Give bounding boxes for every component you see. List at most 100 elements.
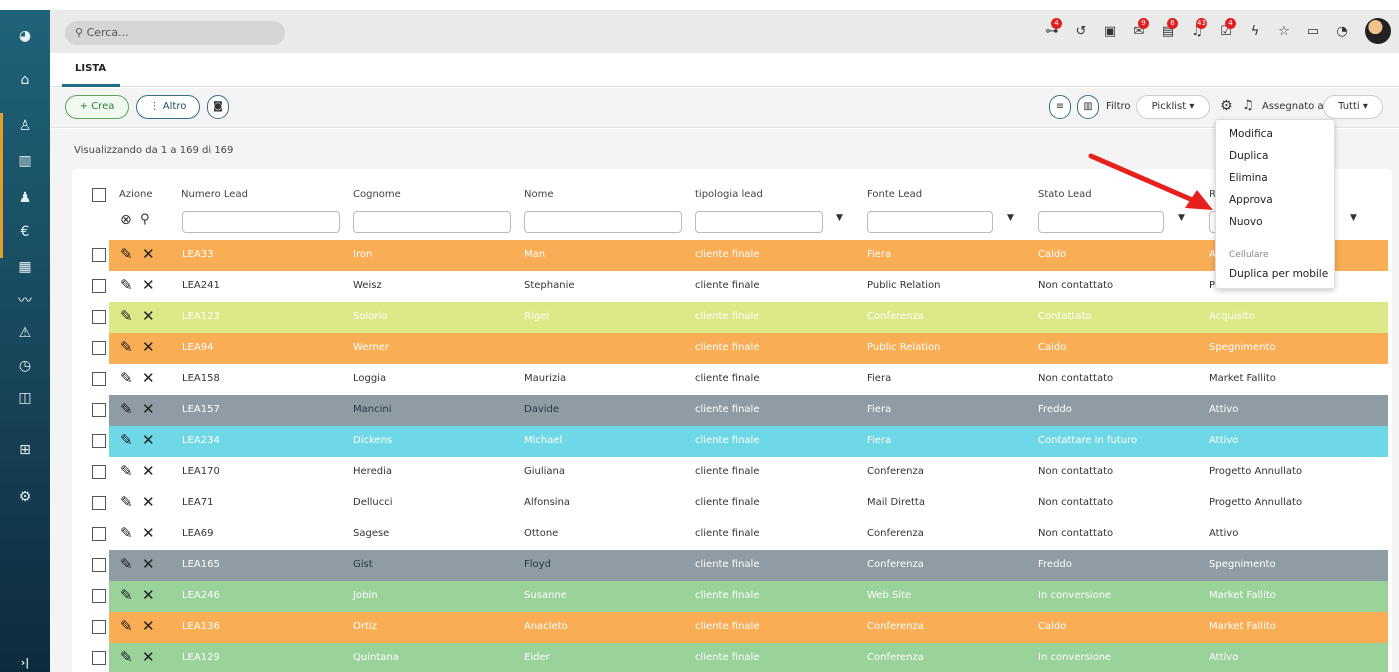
close-icon[interactable]: ✕ <box>142 431 155 449</box>
calculator-icon[interactable]: ▦ <box>0 257 50 277</box>
close-icon[interactable]: ✕ <box>142 586 155 604</box>
settings-gear-icon[interactable]: ⚙ <box>1220 98 1233 114</box>
warning-icon[interactable]: ⚠ <box>0 323 50 343</box>
bell-icon[interactable]: ♫ 43 <box>1188 18 1207 40</box>
star-icon[interactable]: ☆ <box>1275 24 1293 40</box>
filter-numero-lead[interactable] <box>182 211 340 233</box>
picklist-dropdown[interactable]: Picklist ▾ <box>1136 95 1210 119</box>
euro-icon[interactable]: € <box>0 222 50 242</box>
col-cognome[interactable]: Cognome <box>353 189 401 200</box>
clock-icon[interactable]: ◷ <box>0 356 50 376</box>
search-filter-icon[interactable]: ⚲ <box>140 212 150 227</box>
chevron-down-icon[interactable]: ▼ <box>836 213 843 223</box>
filter-cognome[interactable] <box>353 211 511 233</box>
col-numero-lead[interactable]: Numero Lead <box>181 189 248 200</box>
menu-item-approva[interactable]: Approva <box>1229 194 1273 206</box>
clear-filter-icon[interactable]: ⊗ <box>120 212 132 228</box>
edit-icon[interactable]: ✎ <box>120 276 133 294</box>
columns-button[interactable]: ▥ <box>1077 95 1099 119</box>
history-icon[interactable]: ↺ <box>1072 24 1090 40</box>
edit-icon[interactable]: ✎ <box>120 524 133 542</box>
menu-item-duplica-mobile[interactable]: Duplica per mobile <box>1229 268 1328 280</box>
edit-icon[interactable]: ✎ <box>120 493 133 511</box>
menu-item-duplica[interactable]: Duplica <box>1229 150 1268 162</box>
camera-button[interactable]: ◙ <box>207 95 229 119</box>
table-row[interactable]: ✎ ✕ LEA123 Solorio Rigel cliente finale Confer… <box>86 302 1388 333</box>
mail-icon[interactable]: ✉ 9 <box>1130 18 1149 40</box>
close-icon[interactable]: ✕ <box>142 555 155 573</box>
chevron-down-icon[interactable]: ▼ <box>1007 213 1014 223</box>
table-row[interactable]: ✎ ✕ LEA158 Loggia Maurizia cliente finale Fier… <box>86 364 1388 395</box>
table-row[interactable]: ✎ ✕ LEA246 Jobin Susanne cliente finale Web Si… <box>86 581 1388 612</box>
close-icon[interactable]: ✕ <box>142 493 155 511</box>
table-row[interactable]: ✎ ✕ LEA165 Gist Floyd cliente finale Conferenz… <box>86 550 1388 581</box>
filter-tipologia-lead[interactable] <box>695 211 823 233</box>
filter-fonte-lead[interactable] <box>867 211 993 233</box>
close-icon[interactable]: ✕ <box>142 338 155 356</box>
row-checkbox[interactable] <box>92 248 106 262</box>
folder-icon[interactable]: ◫ <box>0 388 50 408</box>
edit-icon[interactable]: ✎ <box>120 400 133 418</box>
row-checkbox[interactable] <box>92 310 106 324</box>
menu-item-nuovo[interactable]: Nuovo <box>1229 216 1263 228</box>
row-checkbox[interactable] <box>92 341 106 355</box>
table-row[interactable]: ✎ ✕ LEA170 Heredia Giuliana cliente finale Con… <box>86 457 1388 488</box>
avatar[interactable] <box>1365 18 1391 44</box>
document-icon[interactable]: ▭ <box>1304 24 1322 40</box>
calendar-icon[interactable]: ▣ <box>1101 24 1119 40</box>
row-checkbox[interactable] <box>92 589 106 603</box>
row-checkbox[interactable] <box>92 527 106 541</box>
tab-lista[interactable]: LISTA <box>75 63 106 74</box>
flash-icon[interactable]: ϟ <box>1246 24 1264 40</box>
row-checkbox[interactable] <box>92 465 106 479</box>
search-input[interactable]: ⚲ Cerca... <box>65 21 285 45</box>
bell-icon[interactable]: ♫ <box>1242 98 1254 113</box>
close-icon[interactable]: ✕ <box>142 524 155 542</box>
table-row[interactable]: ✎ ✕ LEA136 Ortiz Anacleto cliente finale Confe… <box>86 612 1388 643</box>
edit-icon[interactable]: ✎ <box>120 338 133 356</box>
row-checkbox[interactable] <box>92 279 106 293</box>
table-row[interactable]: ✎ ✕ LEA33 Iron Man cliente finale Fiera Caldo A <box>86 240 1388 271</box>
col-nome[interactable]: Nome <box>524 189 554 200</box>
edit-icon[interactable]: ✎ <box>120 617 133 635</box>
row-checkbox[interactable] <box>92 620 106 634</box>
edit-icon[interactable]: ✎ <box>120 555 133 573</box>
edit-icon[interactable]: ✎ <box>120 586 133 604</box>
edit-icon[interactable]: ✎ <box>120 648 133 666</box>
crea-button[interactable]: + Crea <box>65 95 129 119</box>
row-checkbox[interactable] <box>92 651 106 665</box>
close-icon[interactable]: ✕ <box>142 400 155 418</box>
filter-nome[interactable] <box>524 211 682 233</box>
person-icon[interactable]: ♟ <box>0 188 50 208</box>
home-icon[interactable]: ⌂ <box>0 70 50 90</box>
altro-button[interactable]: ⋮ Altro <box>136 95 200 119</box>
table-row[interactable]: ✎ ✕ LEA94 Werner cliente finale Public Relati… <box>86 333 1388 364</box>
hierarchy-icon[interactable]: ⊶ 4 <box>1043 18 1062 40</box>
table-row[interactable]: ✎ ✕ LEA234 Dickens Michael cliente finale Fier… <box>86 426 1388 457</box>
edit-icon[interactable]: ✎ <box>120 431 133 449</box>
checklist-icon[interactable]: ☑ 4 <box>1217 18 1236 40</box>
table-row[interactable]: ✎ ✕ LEA157 Mancini Davide cliente finale Fiera… <box>86 395 1388 426</box>
table-row[interactable]: ✎ ✕ LEA71 Dellucci Alfonsina cliente finale Ma… <box>86 488 1388 519</box>
close-icon[interactable]: ✕ <box>142 369 155 387</box>
chevron-down-icon[interactable]: ▼ <box>1350 213 1357 223</box>
settings-icon[interactable]: ⚙ <box>0 487 50 507</box>
grid-icon[interactable]: ⊞ <box>0 440 50 460</box>
table-row[interactable]: ✎ ✕ LEA129 Quintana Eider cliente finale Confe… <box>86 643 1388 672</box>
row-checkbox[interactable] <box>92 558 106 572</box>
edit-icon[interactable]: ✎ <box>120 462 133 480</box>
table-row[interactable]: ✎ ✕ LEA241 Weisz Stephanie cliente finale Publ… <box>86 271 1388 302</box>
close-icon[interactable]: ✕ <box>142 648 155 666</box>
close-icon[interactable]: ✕ <box>142 276 155 294</box>
table-row[interactable]: ✎ ✕ LEA69 Sagese Ottone cliente finale Confere… <box>86 519 1388 550</box>
col-tipologia-lead[interactable]: tipologia lead <box>695 189 763 200</box>
close-icon[interactable]: ✕ <box>142 462 155 480</box>
col-fonte-lead[interactable]: Fonte Lead <box>867 189 922 200</box>
expand-sidebar-icon[interactable]: ›| <box>0 653 50 672</box>
user-icon[interactable]: ♙ <box>0 116 50 136</box>
list-view-button[interactable]: ≡ <box>1049 95 1071 119</box>
edit-icon[interactable]: ✎ <box>120 307 133 325</box>
close-icon[interactable]: ✕ <box>142 617 155 635</box>
col-stato-lead[interactable]: Stato Lead <box>1038 189 1092 200</box>
close-icon[interactable]: ✕ <box>142 307 155 325</box>
